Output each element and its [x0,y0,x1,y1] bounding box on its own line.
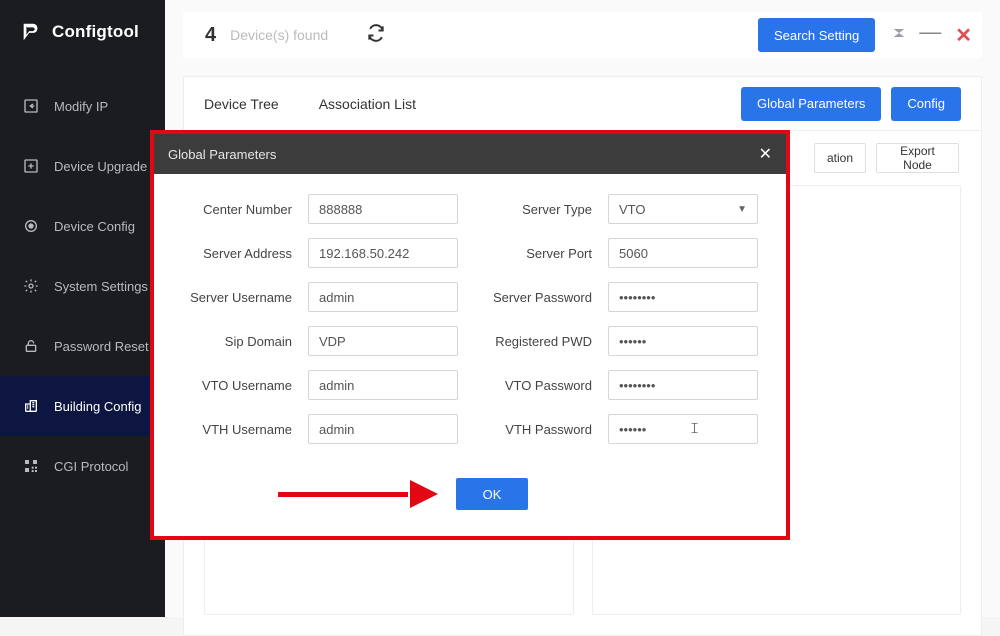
label-server-address: Server Address [178,246,298,261]
building-icon [22,398,40,414]
sidebar-item-label: Device Upgrade [54,159,147,174]
modal-body: Center Number Server Type VTO ▼ Server A… [154,174,786,536]
sidebar-item-label: System Settings [54,279,148,294]
qr-icon [22,458,40,474]
export-node-button[interactable]: Export Node [876,143,959,173]
center-number-input[interactable] [308,194,458,224]
sidebar-item-cgi-protocol[interactable]: CGI Protocol [0,436,165,496]
label-sip-domain: Sip Domain [178,334,298,349]
label-server-password: Server Password [468,290,598,305]
sidebar-item-label: Modify IP [54,99,108,114]
server-password-input[interactable] [608,282,758,312]
server-type-select[interactable]: VTO ▼ [608,194,758,224]
sidebar-item-building-config[interactable]: Building Config [0,376,165,436]
global-parameters-button[interactable]: Global Parameters [741,87,881,121]
target-icon [22,218,40,234]
device-found-label: Device(s) found [230,27,328,43]
config-button[interactable]: Config [891,87,961,121]
sidebar-item-password-reset[interactable]: Password Reset [0,316,165,376]
label-registered-pwd: Registered PWD [468,334,598,349]
ok-button[interactable]: OK [456,478,528,510]
app-title: Configtool [52,22,139,42]
label-server-port: Server Port [468,246,598,261]
label-vth-username: VTH Username [178,422,298,437]
label-vto-username: VTO Username [178,378,298,393]
label-center-number: Center Number [178,202,298,217]
annotation-arrow [278,484,438,504]
square-return-icon [22,98,40,114]
text-cursor-icon: 𝙸 [689,420,700,437]
sidebar-item-label: CGI Protocol [54,459,128,474]
vth-username-input[interactable] [308,414,458,444]
modal-footer: OK [178,478,762,510]
form-grid: Center Number Server Type VTO ▼ Server A… [178,194,762,444]
sidebar-item-modify-ip[interactable]: Modify IP [0,76,165,136]
label-vto-password: VTO Password [468,378,598,393]
sidebar-item-label: Device Config [54,219,135,234]
sidebar-item-label: Password Reset [54,339,149,354]
device-count: 4 [205,24,216,47]
brand-logo-icon [20,21,42,43]
search-setting-button[interactable]: Search Setting [758,18,875,52]
label-server-username: Server Username [178,290,298,305]
tool-button-partial[interactable]: ation [814,143,866,173]
registered-pwd-input[interactable] [608,326,758,356]
server-username-input[interactable] [308,282,458,312]
arrow-line-icon [278,492,408,497]
sidebar: Configtool Modify IP Device Upgrade Devi… [0,0,165,617]
lock-icon [22,338,40,354]
sidebar-item-device-upgrade[interactable]: Device Upgrade [0,136,165,196]
sort-button[interactable] [891,25,907,46]
tabs-row: Device Tree Association List Global Para… [184,77,981,131]
square-plus-icon [22,158,40,174]
minimize-button[interactable]: — [919,19,941,51]
app-brand: Configtool [0,0,165,64]
sip-domain-input[interactable] [308,326,458,356]
tab-association-list[interactable]: Association List [319,77,416,130]
sidebar-nav: Modify IP Device Upgrade Device Config S… [0,76,165,496]
label-vth-password: VTH Password [468,422,598,437]
server-port-input[interactable] [608,238,758,268]
vth-password-input[interactable] [608,414,758,444]
sidebar-item-label: Building Config [54,399,141,414]
tab-device-tree[interactable]: Device Tree [204,77,279,130]
vto-password-input[interactable] [608,370,758,400]
refresh-icon [366,23,386,43]
close-button[interactable]: ✕ [955,23,972,48]
sort-icon [891,25,907,41]
refresh-button[interactable] [366,23,386,48]
gear-icon [22,278,40,294]
modal-header: Global Parameters ✕ [154,134,786,174]
topbar: 4 Device(s) found Search Setting — ✕ [183,12,982,58]
label-server-type: Server Type [468,202,598,217]
sidebar-item-system-settings[interactable]: System Settings [0,256,165,316]
chevron-down-icon: ▼ [737,204,747,215]
server-type-value: VTO [619,202,646,217]
vto-username-input[interactable] [308,370,458,400]
global-parameters-modal: Global Parameters ✕ Center Number Server… [150,130,790,540]
modal-title: Global Parameters [168,147,276,162]
modal-close-button[interactable]: ✕ [759,144,772,164]
arrow-head-icon [410,480,438,508]
sidebar-item-device-config[interactable]: Device Config [0,196,165,256]
server-address-input[interactable] [308,238,458,268]
